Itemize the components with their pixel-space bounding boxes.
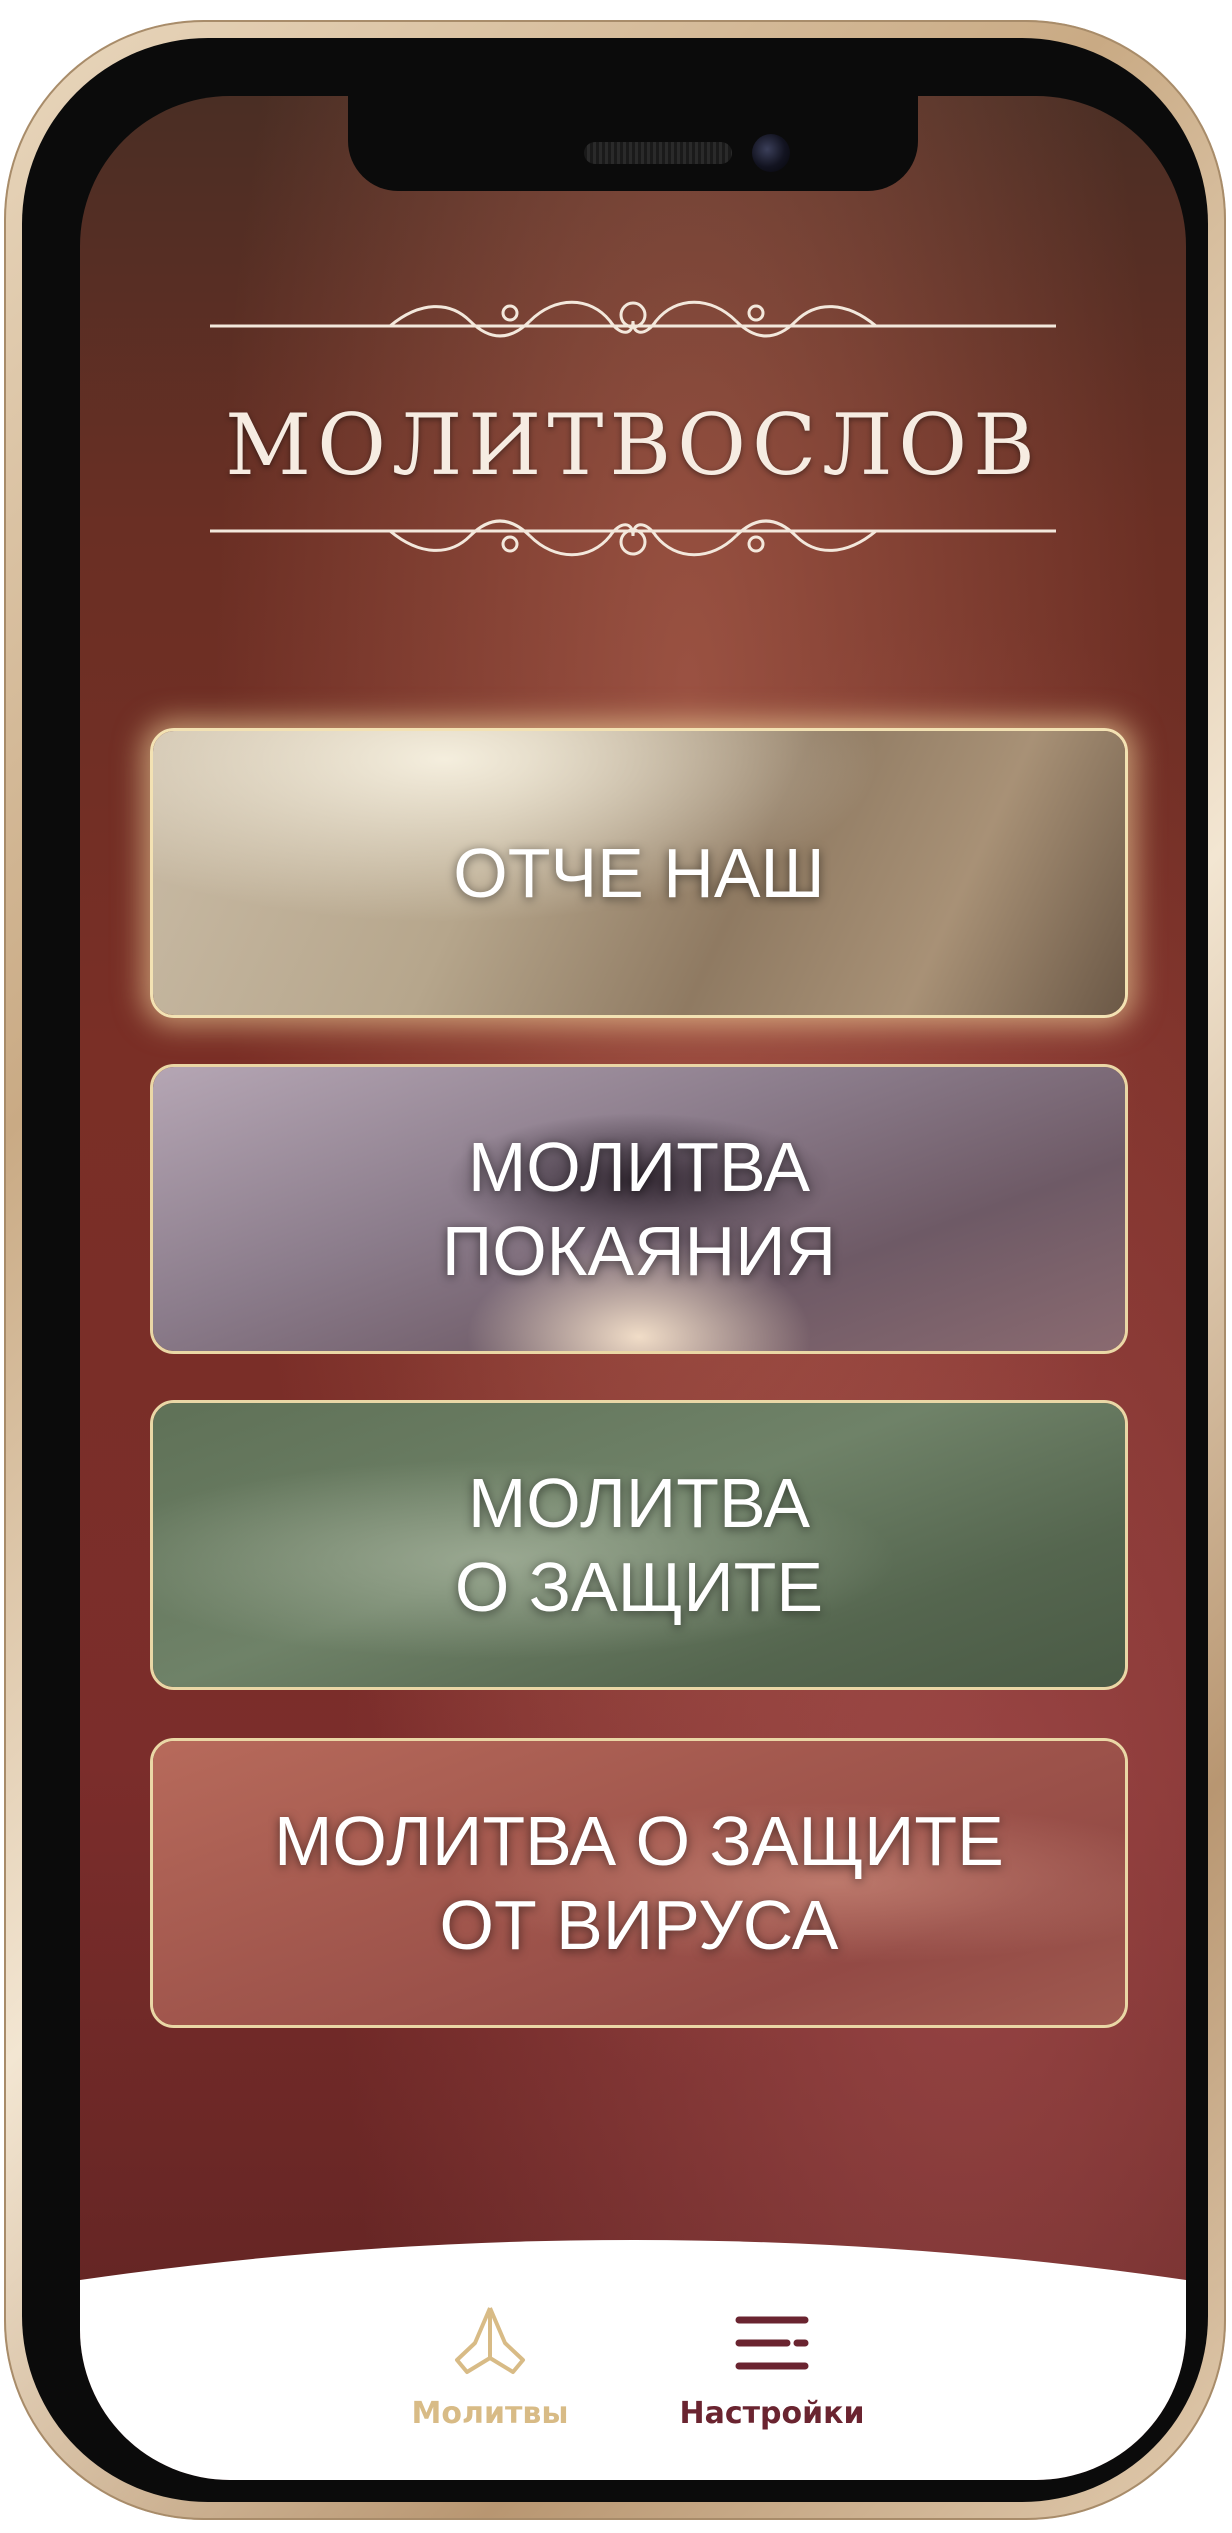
prayer-card-label: ОТЧЕ НАШ — [453, 834, 825, 912]
front-camera — [752, 134, 790, 172]
tab-prayers-label: Молитвы — [411, 2396, 569, 2431]
earpiece-speaker — [584, 142, 732, 164]
prayer-card-protection[interactable]: МОЛИТВА О ЗАЩИТЕ — [150, 1400, 1128, 1690]
app-screen: МОЛИТВОСЛОВ ОТЧЕ НАШ МОЛИТВА ПОКАЯНИЯ МО… — [80, 96, 1186, 2480]
app-title: МОЛИТВОСЛОВ — [225, 396, 1041, 494]
phone-bezel: МОЛИТВОСЛОВ ОТЧЕ НАШ МОЛИТВА ПОКАЯНИЯ МО… — [22, 38, 1208, 2502]
tab-settings[interactable]: Настройки — [672, 2298, 872, 2448]
prayer-card-virus-protection[interactable]: МОЛИТВА О ЗАЩИТЕ ОТ ВИРУСА — [150, 1738, 1128, 2028]
phone-notch — [348, 96, 918, 191]
prayer-card-label: МОЛИТВА ПОКАЯНИЯ — [441, 1128, 837, 1290]
prayer-card-label: МОЛИТВА О ЗАЩИТЕ ОТ ВИРУСА — [274, 1802, 1004, 1964]
phone-frame: МОЛИТВОСЛОВ ОТЧЕ НАШ МОЛИТВА ПОКАЯНИЯ МО… — [4, 20, 1226, 2520]
prayer-card-our-father[interactable]: ОТЧЕ НАШ — [150, 728, 1128, 1018]
praying-hands-icon — [455, 2307, 525, 2374]
prayer-card-repentance[interactable]: МОЛИТВА ПОКАЯНИЯ — [150, 1064, 1128, 1354]
tab-settings-label: Настройки — [679, 2396, 865, 2431]
menu-lines-icon — [735, 2316, 809, 2370]
tab-bar-curved-background — [80, 2240, 1186, 2480]
prayer-card-label: МОЛИТВА О ЗАЩИТЕ — [454, 1464, 824, 1626]
ornament-bottom-flourish — [210, 519, 1056, 557]
screenshot-stage: МОЛИТВОСЛОВ ОТЧЕ НАШ МОЛИТВА ПОКАЯНИЯ МО… — [0, 0, 1232, 2533]
bottom-tab-bar: Молитвы Настройки — [80, 2210, 1186, 2480]
ornament-top-flourish — [210, 300, 1056, 338]
tab-prayers[interactable]: Молитвы — [390, 2298, 590, 2448]
